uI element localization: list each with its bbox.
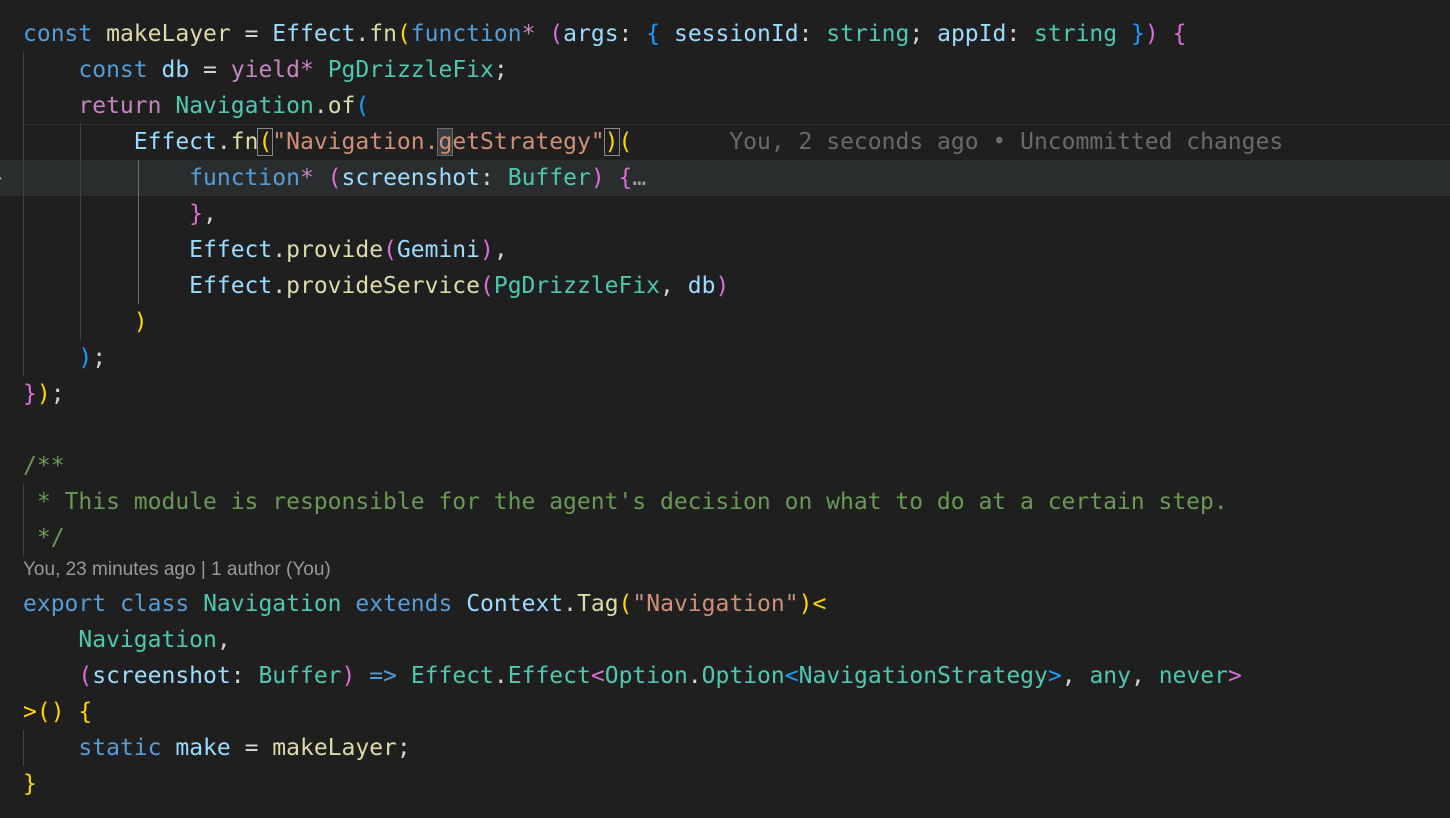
code-editor[interactable]: › const makeLayer = Effect.fn(function* … (0, 0, 1450, 818)
code-line-8[interactable]: Effect.provideService(PgDrizzleFix, db) (0, 268, 1450, 304)
code-line-20[interactable]: static make = makeLayer; (0, 730, 1450, 766)
code-line-9[interactable]: ) (0, 304, 1450, 340)
code-line-3[interactable]: return Navigation.of( (0, 88, 1450, 124)
code-line-4[interactable]: Effect.fn("Navigation.getStrategy")( You… (0, 124, 1450, 160)
code-line-13[interactable]: /** (0, 448, 1450, 484)
code-line-10[interactable]: ); (0, 340, 1450, 376)
code-line-21[interactable]: } (0, 766, 1450, 802)
code-line-18[interactable]: (screenshot: Buffer) => Effect.Effect<Op… (0, 658, 1450, 694)
code-line-16[interactable]: export class Navigation extends Context.… (0, 586, 1450, 622)
code-line-15[interactable]: */ (0, 520, 1450, 556)
code-line-5[interactable]: function* (screenshot: Buffer) {… (0, 160, 1450, 196)
code-line-6[interactable]: }, (0, 196, 1450, 232)
code-line-11[interactable]: }); (0, 376, 1450, 412)
code-line-2[interactable]: const db = yield* PgDrizzleFix; (0, 52, 1450, 88)
code-line-17[interactable]: Navigation, (0, 622, 1450, 658)
code-line-1[interactable]: const makeLayer = Effect.fn(function* (a… (0, 16, 1450, 52)
codelens-authors[interactable]: You, 23 minutes ago | 1 author (You) (23, 556, 331, 584)
inline-blame: You, 2 seconds ago • Uncommitted changes (729, 129, 1284, 155)
code-line-19[interactable]: >() { (0, 694, 1450, 730)
code-line-14[interactable]: * This module is responsible for the age… (0, 484, 1450, 520)
folded-region-ellipsis[interactable]: … (632, 165, 646, 191)
code-line-7[interactable]: Effect.provide(Gemini), (0, 232, 1450, 268)
